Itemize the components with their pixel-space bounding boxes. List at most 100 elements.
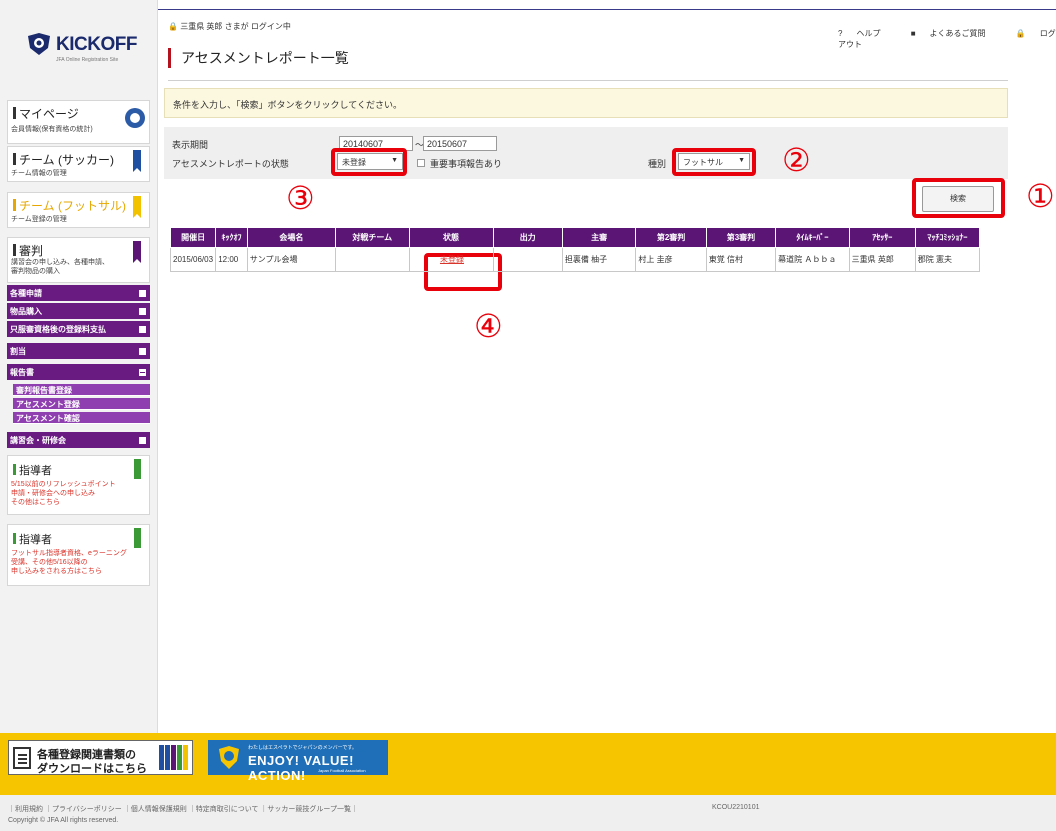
cell-assessor: 三重県 英郎: [848, 247, 916, 272]
cell-output: [492, 247, 563, 272]
sidebar-card-mypage[interactable]: マイページ 会員情報(保有資格の統計): [7, 100, 150, 144]
collapse-icon: [139, 369, 146, 376]
column-header: ﾀｲﾑｷｰﾊﾟｰ: [775, 227, 850, 248]
color-stripes-icon: [159, 745, 188, 770]
column-header: 第3審判: [705, 227, 777, 248]
cell-venue: サンプル会場: [246, 247, 336, 272]
help-link[interactable]: ? ヘルプ: [838, 29, 894, 38]
column-header: 対戦チーム: [334, 227, 410, 248]
column-header: 主審: [561, 227, 637, 248]
header-links: ? ヘルプ ■ よくあるご質問 🔒 ログアウト: [838, 28, 1056, 50]
sidebar-item-assignment[interactable]: 割当: [7, 343, 150, 360]
filter-panel: 表示期間 〜 アセスメントレポートの状態 未登録▼ 重要事項報告あり 種別 フッ…: [164, 127, 1008, 179]
table-header-row: 開催日 ｷｯｸｵﾌ 会場名 対戦チーム 状態 出力 主審 第2審判 第3審判 ﾀ…: [169, 227, 981, 248]
bookmark-flag-icon: [134, 528, 141, 548]
document-icon: [13, 747, 31, 769]
enjoy-value-action-banner[interactable]: わたしはエスペラトでジャパンのメンバーです。 ENJOY! VALUE! ACT…: [208, 740, 388, 783]
download-banner[interactable]: 各種登録関連書類の ダウンロードはこちら: [8, 740, 193, 775]
bookmark-flag-icon: [133, 196, 141, 218]
cell-date: 2015/06/03: [169, 247, 217, 272]
sidebar-card-team-soccer[interactable]: チーム (サッカー) チーム情報の管理: [7, 146, 150, 182]
column-header: ｷｯｸｵﾌ: [215, 227, 248, 248]
sidebar-item-purchase[interactable]: 物品購入: [7, 303, 150, 320]
sidebar-card-instructor-1[interactable]: 指導者 5/15以前のリフレッシュポイント 申請・研修会への申し込み その他はこ…: [7, 455, 150, 515]
important-report-checkbox[interactable]: [417, 159, 425, 167]
sidebar: KICKOFF JFA Online Registration Site マイペ…: [0, 0, 158, 733]
referee-title: 審判: [13, 242, 43, 259]
marker-4: ④: [474, 307, 503, 345]
mypage-subtitle: 会員情報(保有資格の統計): [11, 126, 93, 133]
cell-referee: 担裏備 柚子: [561, 247, 637, 272]
table-row: 2015/06/03 12:00 サンプル会場 未登録 担裏備 柚子 村上 圭彦…: [169, 247, 981, 272]
column-header: ｱｾｯｻｰ: [848, 227, 916, 248]
column-header: 第2審判: [635, 227, 707, 248]
lock-icon: 🔒: [168, 22, 178, 31]
top-border: [158, 9, 1056, 10]
date-to-input[interactable]: [423, 136, 497, 151]
referee-subtitle: 講習会の申し込み、各種申請、 審判物品の購入: [11, 259, 109, 275]
faq-link[interactable]: ■ よくあるご質問: [911, 29, 1000, 38]
cell-timekeeper: 幕道院 Ａｂｂａ: [775, 247, 850, 272]
search-button[interactable]: 検索: [922, 186, 994, 212]
bookmark-flag-icon: [133, 150, 141, 172]
cell-kickoff: 12:00: [215, 247, 248, 272]
enjoy-org-text: Japan Football Association: [318, 768, 366, 773]
mypage-title: マイページ: [13, 105, 79, 122]
cell-match-commissioner: 郡院 憲夫: [914, 247, 981, 272]
help-icon: ?: [838, 29, 843, 38]
sidebar-card-instructor-2[interactable]: 指導者 フットサル指導者資格、eラーニング 受講、その他5/16以降の 申し込み…: [7, 524, 150, 586]
instructor-title: 指導者: [13, 462, 52, 478]
expand-icon: [139, 290, 146, 297]
cell-third-referee: 東覚 信村: [705, 247, 777, 272]
sidebar-subitem-referee-report[interactable]: 審判報告書登録: [13, 384, 150, 396]
column-header: 開催日: [169, 227, 217, 248]
column-header: ﾏｯﾁｺﾐｯｼｮﾅｰ: [914, 227, 981, 248]
bookmark-flag-icon: [133, 241, 141, 263]
sidebar-subitem-assessment-register[interactable]: アセスメント登録: [13, 398, 150, 410]
team-futsal-title: チーム (フットサル): [13, 197, 126, 214]
expand-icon: [139, 437, 146, 444]
copyright: Copyright © JFA All rights reserved.: [8, 817, 119, 824]
bookmark-flag-icon: [134, 459, 141, 479]
jfa-emblem-icon: [125, 108, 145, 128]
page-title: アセスメントレポート一覧: [168, 48, 349, 68]
header-divider: [168, 80, 1008, 81]
cell-second-referee: 村上 圭彦: [635, 247, 707, 272]
status-unregistered-link[interactable]: 未登録: [440, 255, 464, 264]
sidebar-subitem-assessment-confirm[interactable]: アセスメント確認: [13, 412, 150, 424]
column-header: 出力: [492, 227, 563, 248]
type-label: 種別: [648, 159, 667, 169]
cell-status: 未登録: [408, 247, 494, 272]
sidebar-card-team-futsal[interactable]: チーム (フットサル) チーム登録の管理: [7, 192, 150, 228]
download-banner-line2: ダウンロードはこちら: [37, 763, 147, 775]
chat-icon: ■: [910, 29, 916, 38]
marker-3: ③: [286, 179, 315, 217]
instruction-notice: 条件を入力し、「検索」ボタンをクリックしてください。: [164, 88, 1008, 118]
status-label: アセスメントレポートの状態: [172, 159, 289, 169]
team-soccer-subtitle: チーム情報の管理: [11, 170, 67, 177]
sidebar-item-fee-payment[interactable]: 只服審資格後の登録料支払: [7, 321, 150, 338]
period-label: 表示期間: [172, 140, 209, 150]
jfa-emblem-icon: [28, 33, 50, 55]
enjoy-small-text: わたしはエスペラトでジャパンのメンバーです。: [248, 745, 357, 751]
footer-links[interactable]: ｜利用規約 ｜プライバシーポリシー ｜個人情報保護規則 ｜特定商取引について ｜…: [8, 804, 358, 814]
marker-2: ②: [782, 141, 811, 179]
assessment-report-table: 開催日 ｷｯｸｵﾌ 会場名 対戦チーム 状態 出力 主審 第2審判 第3審判 ﾀ…: [169, 227, 981, 272]
instructor-futsal-link[interactable]: フットサル指導者資格、eラーニング 受講、その他5/16以降の 申し込みをされる…: [11, 549, 127, 576]
instructor-refresh-link[interactable]: 5/15以前のリフレッシュポイント 申請・研修会への申し込み その他はこちら: [11, 480, 116, 507]
logo-text: KICKOFF: [56, 34, 137, 55]
instructor-title: 指導者: [13, 531, 52, 547]
team-futsal-subtitle: チーム登録の管理: [11, 216, 67, 223]
sidebar-card-referee[interactable]: 審判 講習会の申し込み、各種申請、 審判物品の購入: [7, 237, 150, 283]
column-header: 会場名: [246, 227, 336, 248]
lock-icon: 🔒: [1015, 29, 1026, 38]
sidebar-item-reports[interactable]: 報告書: [7, 364, 150, 381]
expand-icon: [139, 308, 146, 315]
kickoff-logo[interactable]: KICKOFF JFA Online Registration Site: [26, 30, 146, 76]
marker-1: ①: [1026, 177, 1055, 215]
expand-icon: [139, 348, 146, 355]
jfa-emblem-icon: [219, 746, 239, 769]
sidebar-item-seminars[interactable]: 講習会・研修会: [7, 432, 150, 449]
sidebar-item-applications[interactable]: 各種申請: [7, 285, 150, 302]
team-soccer-title: チーム (サッカー): [13, 151, 114, 168]
